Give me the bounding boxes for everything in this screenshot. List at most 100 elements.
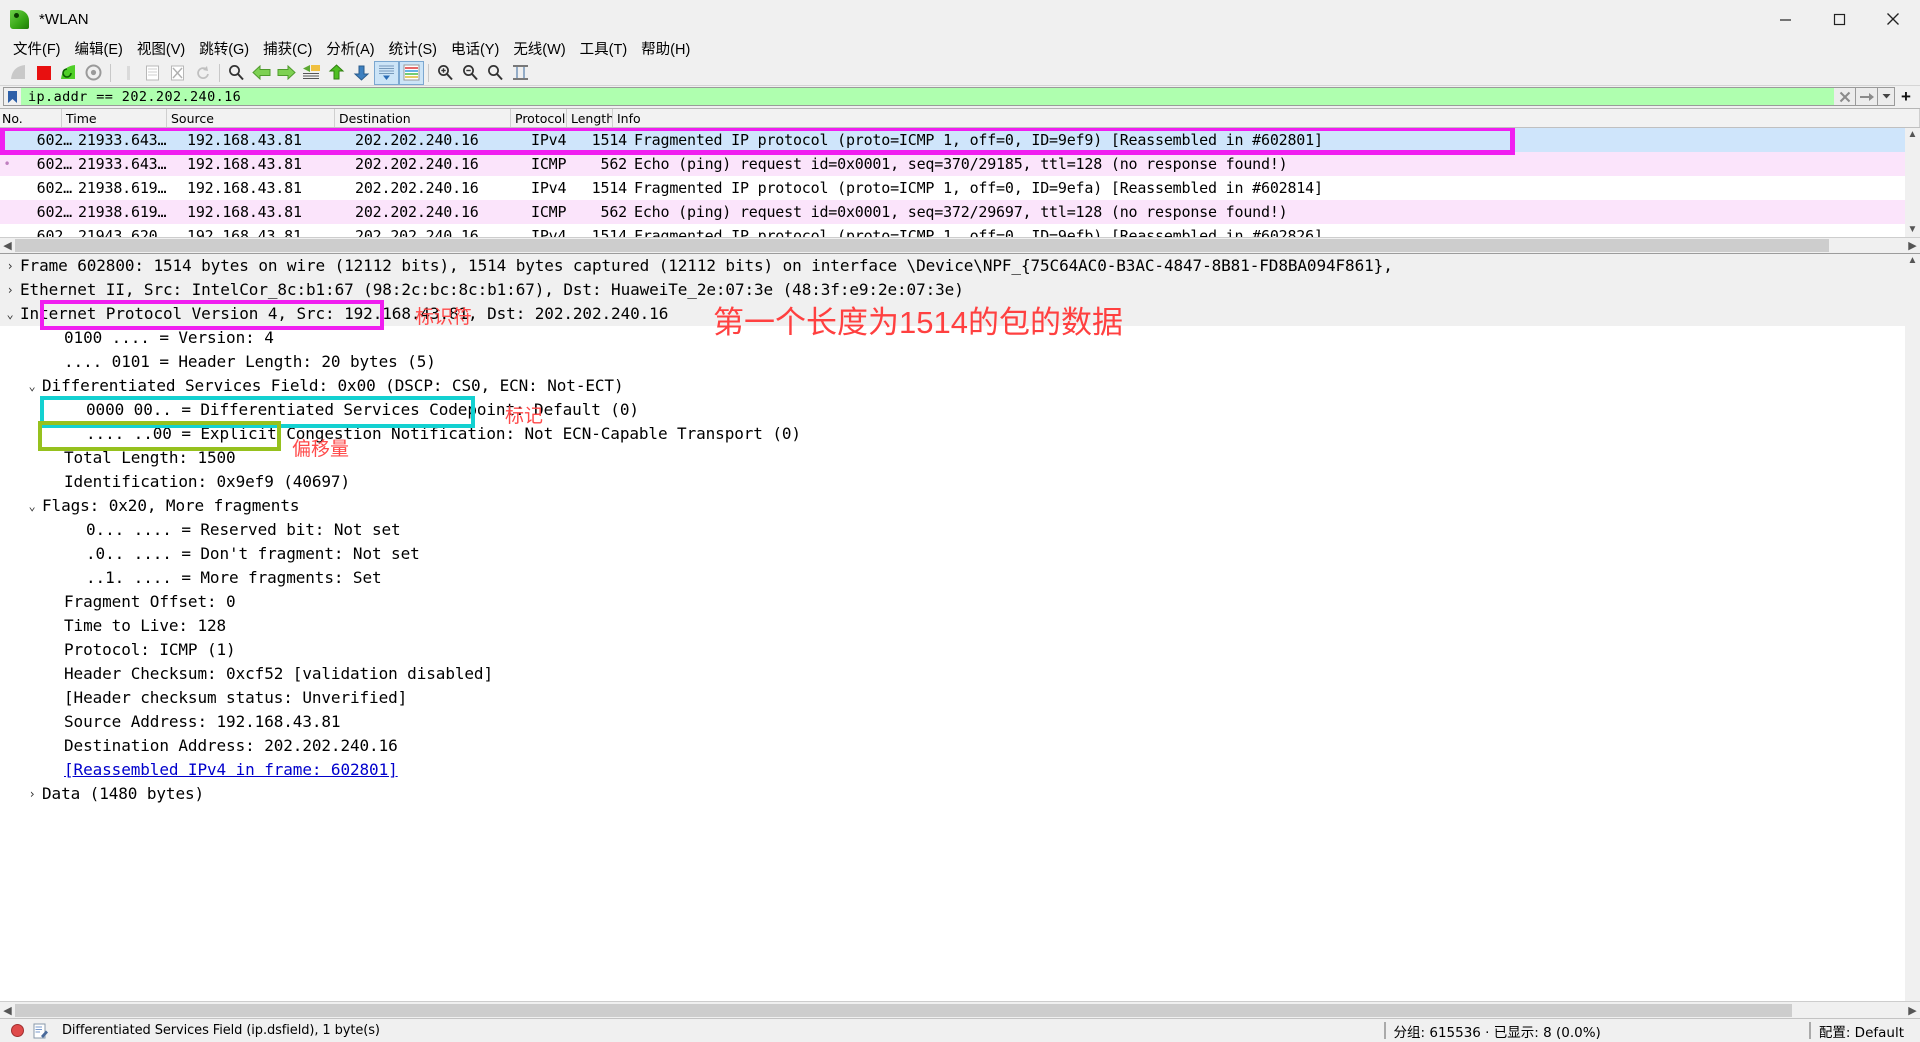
restart-capture-icon[interactable] <box>56 61 81 85</box>
detail-row[interactable]: Header Checksum: 0xcf52 [validation disa… <box>0 662 1920 686</box>
column-header-protocol[interactable]: Protocol <box>511 109 567 127</box>
stop-capture-icon[interactable] <box>31 61 56 85</box>
go-back-icon[interactable] <box>249 61 274 85</box>
display-filter-input[interactable]: ip.addr == 202.202.240.16 <box>21 87 1834 106</box>
add-filter-button-icon[interactable]: + <box>1895 87 1917 106</box>
capture-file-comment-icon[interactable] <box>33 1023 48 1039</box>
table-row[interactable]: • 602… 21933.643… 192.168.43.81 202.202.… <box>0 152 1920 176</box>
reload-file-icon[interactable] <box>190 61 215 85</box>
chevron-down-icon[interactable] <box>1878 87 1895 106</box>
go-to-first-packet-icon[interactable] <box>324 61 349 85</box>
collapse-arrow-icon[interactable]: ⌄ <box>0 302 20 326</box>
find-packet-icon[interactable] <box>224 61 249 85</box>
detail-row-identification[interactable]: Identification: 0x9ef9 (40697) <box>0 470 1920 494</box>
detail-row-more-fragments[interactable]: ..1. .... = More fragments: Set <box>0 566 1920 590</box>
cell-info: Fragmented IP protocol (proto=ICMP 1, of… <box>634 227 1323 237</box>
capture-options-icon[interactable] <box>81 61 106 85</box>
zoom-out-icon[interactable] <box>458 61 483 85</box>
detail-row[interactable]: .... 0101 = Header Length: 20 bytes (5) <box>0 350 1920 374</box>
column-header-info[interactable]: Info <box>613 109 1920 127</box>
bookmark-icon[interactable] <box>3 87 21 106</box>
column-header-source[interactable]: Source <box>167 109 335 127</box>
clear-filter-icon[interactable] <box>1834 87 1856 106</box>
detail-row-reassembled-link[interactable]: [Reassembled IPv4 in frame: 602801] <box>0 758 1920 782</box>
detail-row-data[interactable]: › Data (1480 bytes) <box>0 782 1920 806</box>
scroll-left-icon[interactable]: ◀ <box>0 1004 15 1017</box>
go-to-packet-icon[interactable] <box>299 61 324 85</box>
column-header-length[interactable]: Length <box>567 109 613 127</box>
menu-tools[interactable]: 工具(T) <box>573 37 635 61</box>
scroll-right-icon[interactable]: ▶ <box>1905 1004 1920 1017</box>
expand-arrow-icon[interactable]: › <box>0 278 20 302</box>
save-file-icon[interactable] <box>140 61 165 85</box>
column-header-time[interactable]: Time <box>62 109 167 127</box>
detail-row[interactable]: .0.. .... = Don't fragment: Not set <box>0 542 1920 566</box>
close-button[interactable] <box>1866 0 1920 38</box>
detail-row-flags[interactable]: ⌄ Flags: 0x20, More fragments <box>0 494 1920 518</box>
scroll-left-icon[interactable]: ◀ <box>0 239 15 252</box>
colorize-packets-icon[interactable] <box>399 60 424 85</box>
resize-columns-icon[interactable] <box>508 61 533 85</box>
menu-edit[interactable]: 编辑(E) <box>68 37 130 61</box>
detail-row-fragment-offset[interactable]: Fragment Offset: 0 <box>0 590 1920 614</box>
zoom-reset-icon[interactable] <box>483 61 508 85</box>
detail-row[interactable]: Source Address: 192.168.43.81 <box>0 710 1920 734</box>
packet-list-hscrollbar[interactable]: ◀ ▶ <box>0 237 1920 253</box>
scroll-up-icon[interactable]: ▲ <box>1908 128 1918 142</box>
detail-row[interactable]: .... ..00 = Explicit Congestion Notifica… <box>0 422 1920 446</box>
detail-row[interactable]: Total Length: 1500 <box>0 446 1920 470</box>
expand-arrow-icon[interactable]: › <box>22 782 42 806</box>
packet-list-vscrollbar[interactable]: ▲ ▼ <box>1905 128 1920 237</box>
menu-go[interactable]: 跳转(G) <box>192 37 256 61</box>
detail-row[interactable]: 0... .... = Reserved bit: Not set <box>0 518 1920 542</box>
collapse-arrow-icon[interactable]: ⌄ <box>22 494 42 518</box>
table-row[interactable]: 602… 21933.643… 192.168.43.81 202.202.24… <box>0 128 1920 152</box>
scroll-right-icon[interactable]: ▶ <box>1905 239 1920 252</box>
cell-time: 21933.643… <box>78 155 167 173</box>
detail-row[interactable]: Time to Live: 128 <box>0 614 1920 638</box>
detail-row[interactable]: › Frame 602800: 1514 bytes on wire (12112… <box>0 254 1920 278</box>
menu-view[interactable]: 视图(V) <box>130 37 192 61</box>
cell-length: 1514 <box>591 131 627 149</box>
column-header-destination[interactable]: Destination <box>335 109 511 127</box>
menu-wireless[interactable]: 无线(W) <box>506 37 572 61</box>
expert-info-circle-icon[interactable] <box>11 1024 24 1037</box>
scroll-up-icon[interactable]: ▲ <box>1905 254 1920 268</box>
apply-filter-arrow-icon[interactable] <box>1856 87 1878 106</box>
open-file-icon[interactable] <box>115 61 140 85</box>
table-row[interactable]: 602… 21938.619… 192.168.43.81 202.202.24… <box>0 200 1920 224</box>
hscroll-thumb[interactable] <box>15 1003 1792 1017</box>
detail-row[interactable]: [Header checksum status: Unverified] <box>0 686 1920 710</box>
menu-statistics[interactable]: 统计(S) <box>382 37 444 61</box>
close-file-icon[interactable] <box>165 61 190 85</box>
menu-telephony[interactable]: 电话(Y) <box>444 37 506 61</box>
menu-capture[interactable]: 捕获(C) <box>256 37 319 61</box>
menu-analyze[interactable]: 分析(A) <box>319 37 381 61</box>
detail-pane-hscrollbar[interactable]: ◀ ▶ <box>0 1001 1920 1018</box>
menu-help[interactable]: 帮助(H) <box>634 37 697 61</box>
status-profile[interactable]: 配置: Default <box>1819 1021 1904 1041</box>
zoom-in-icon[interactable] <box>433 61 458 85</box>
hscroll-thumb[interactable] <box>15 239 1830 252</box>
detail-row[interactable]: Destination Address: 202.202.240.16 <box>0 734 1920 758</box>
cell-source: 192.168.43.81 <box>187 155 302 173</box>
reassembled-frame-link[interactable]: [Reassembled IPv4 in frame: 602801] <box>20 758 398 782</box>
table-row[interactable]: 602… 21943.620… 192.168.43.81 202.202.24… <box>0 224 1920 237</box>
auto-scroll-icon[interactable] <box>374 60 399 85</box>
table-row[interactable]: 602… 21938.619… 192.168.43.81 202.202.24… <box>0 176 1920 200</box>
detail-text: Destination Address: 202.202.240.16 <box>64 736 398 755</box>
menu-file[interactable]: 文件(F) <box>6 37 68 61</box>
collapse-arrow-icon[interactable]: ⌄ <box>22 374 42 398</box>
start-capture-icon[interactable] <box>6 61 31 85</box>
detail-pane-vscrollbar[interactable]: ▲ <box>1905 254 1920 1001</box>
detail-row[interactable]: 0000 00.. = Differentiated Services Code… <box>0 398 1920 422</box>
go-forward-icon[interactable] <box>274 61 299 85</box>
expand-arrow-icon[interactable]: › <box>0 254 20 278</box>
column-header-no[interactable]: No. <box>0 109 62 127</box>
scroll-down-icon[interactable]: ▼ <box>1908 223 1918 237</box>
minimize-button[interactable] <box>1758 0 1812 38</box>
go-to-last-packet-icon[interactable] <box>349 61 374 85</box>
detail-row-dsfield[interactable]: ⌄ Differentiated Services Field: 0x00 (DS… <box>0 374 1920 398</box>
maximize-button[interactable] <box>1812 0 1866 38</box>
detail-row[interactable]: Protocol: ICMP (1) <box>0 638 1920 662</box>
